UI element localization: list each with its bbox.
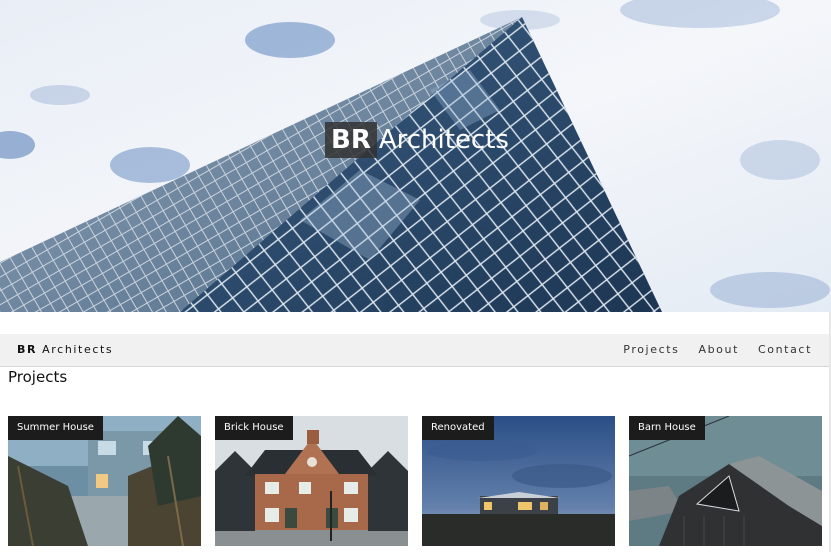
top-navbar: BR Architects Projects About Contact bbox=[0, 334, 829, 367]
projects-heading: Projects bbox=[8, 368, 68, 386]
project-card-label: Barn House bbox=[629, 416, 705, 440]
project-card-label: Summer House bbox=[8, 416, 103, 440]
project-card-barn-house[interactable]: Barn House bbox=[629, 416, 822, 546]
hero-logo-text: Architects bbox=[378, 125, 509, 155]
hero-banner: BR Architects bbox=[0, 0, 831, 312]
project-card-renovated[interactable]: Renovated bbox=[422, 416, 615, 546]
project-card-label: Renovated bbox=[422, 416, 494, 440]
hero-logo: BR Architects bbox=[325, 122, 509, 158]
hero-logo-initials: BR bbox=[325, 122, 377, 158]
project-card-brick-house[interactable]: Brick House bbox=[215, 416, 408, 546]
nav-link-projects[interactable]: Projects bbox=[623, 334, 679, 366]
navbar-brand[interactable]: BR Architects bbox=[17, 334, 113, 366]
nav-link-contact[interactable]: Contact bbox=[758, 334, 812, 366]
navbar-links: Projects About Contact bbox=[604, 334, 812, 366]
project-card-label: Brick House bbox=[215, 416, 293, 440]
project-card-summer-house[interactable]: Summer House bbox=[8, 416, 201, 546]
navbar-brand-initials: BR bbox=[17, 343, 38, 356]
nav-link-about[interactable]: About bbox=[698, 334, 739, 366]
navbar-brand-text: Architects bbox=[42, 343, 114, 356]
